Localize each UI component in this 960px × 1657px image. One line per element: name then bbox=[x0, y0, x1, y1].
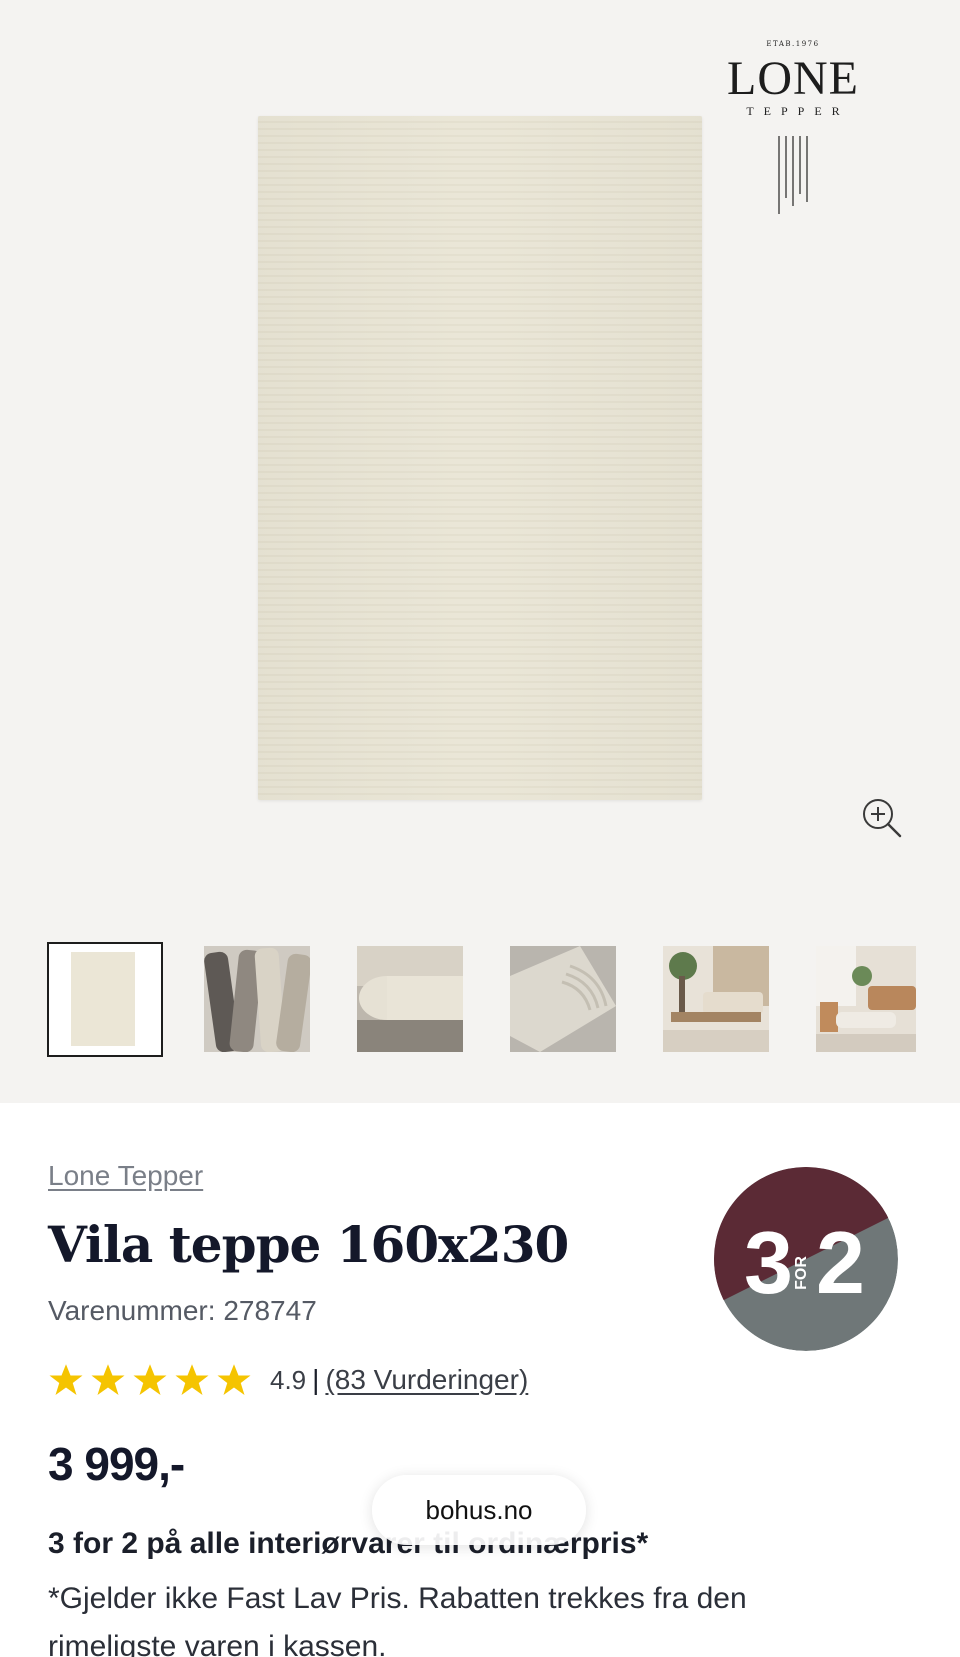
browser-url-pill[interactable]: bohus.no bbox=[372, 1475, 586, 1545]
thumbnail-4[interactable] bbox=[510, 946, 616, 1052]
sku-label: Varenummer: bbox=[48, 1295, 216, 1326]
thumbnail-5[interactable] bbox=[663, 946, 769, 1052]
three-for-two-badge: 3 FOR 2 bbox=[714, 1167, 898, 1351]
badge-right-number: 2 bbox=[816, 1213, 865, 1312]
product-main-image[interactable] bbox=[258, 116, 702, 800]
logo-etab-text: ETAB.1976 bbox=[766, 40, 820, 48]
rating-value: 4.9 bbox=[270, 1364, 307, 1395]
sku-value: 278747 bbox=[223, 1295, 317, 1326]
thumbnail-3[interactable] bbox=[357, 946, 463, 1052]
reviews-link[interactable]: (83 Vurderinger) bbox=[325, 1364, 528, 1396]
product-gallery: ETAB.1976 LONE TEPPER bbox=[0, 0, 960, 1103]
rating-row: 4.9 | (83 Vurderinger) bbox=[48, 1360, 528, 1400]
promo-text: *Gjelder ikke Fast Lav Pris. Rabatten tr… bbox=[48, 1582, 747, 1657]
zoom-in-icon[interactable] bbox=[860, 796, 904, 840]
star-icon bbox=[133, 1364, 167, 1395]
thumbnail-6[interactable] bbox=[816, 946, 916, 1052]
rating-separator: | bbox=[312, 1364, 320, 1395]
brand-link[interactable]: Lone Tepper bbox=[48, 1160, 203, 1192]
thumbnail-strip bbox=[47, 942, 927, 1057]
product-title: Vila teppe 160x230 bbox=[48, 1215, 569, 1274]
badge-for-text: FOR bbox=[793, 1256, 810, 1290]
brand-logo: ETAB.1976 LONE TEPPER bbox=[718, 40, 868, 215]
star-icon bbox=[217, 1364, 251, 1395]
logo-lines-icon bbox=[778, 136, 808, 214]
product-price: 3 999,- bbox=[48, 1438, 185, 1490]
thumbnail-2[interactable] bbox=[204, 946, 310, 1052]
thumbnail-1[interactable] bbox=[47, 942, 163, 1057]
star-icon bbox=[49, 1364, 83, 1395]
product-info: Lone Tepper Vila teppe 160x230 Varenumme… bbox=[0, 1103, 960, 1657]
logo-sub-text: TEPPER bbox=[746, 104, 850, 118]
badge-left-number: 3 bbox=[744, 1213, 793, 1312]
star-icon bbox=[91, 1364, 125, 1395]
sku-line: Varenummer: 278747 bbox=[48, 1295, 317, 1327]
star-icon bbox=[175, 1364, 209, 1395]
logo-name-text: LONE bbox=[727, 52, 859, 105]
